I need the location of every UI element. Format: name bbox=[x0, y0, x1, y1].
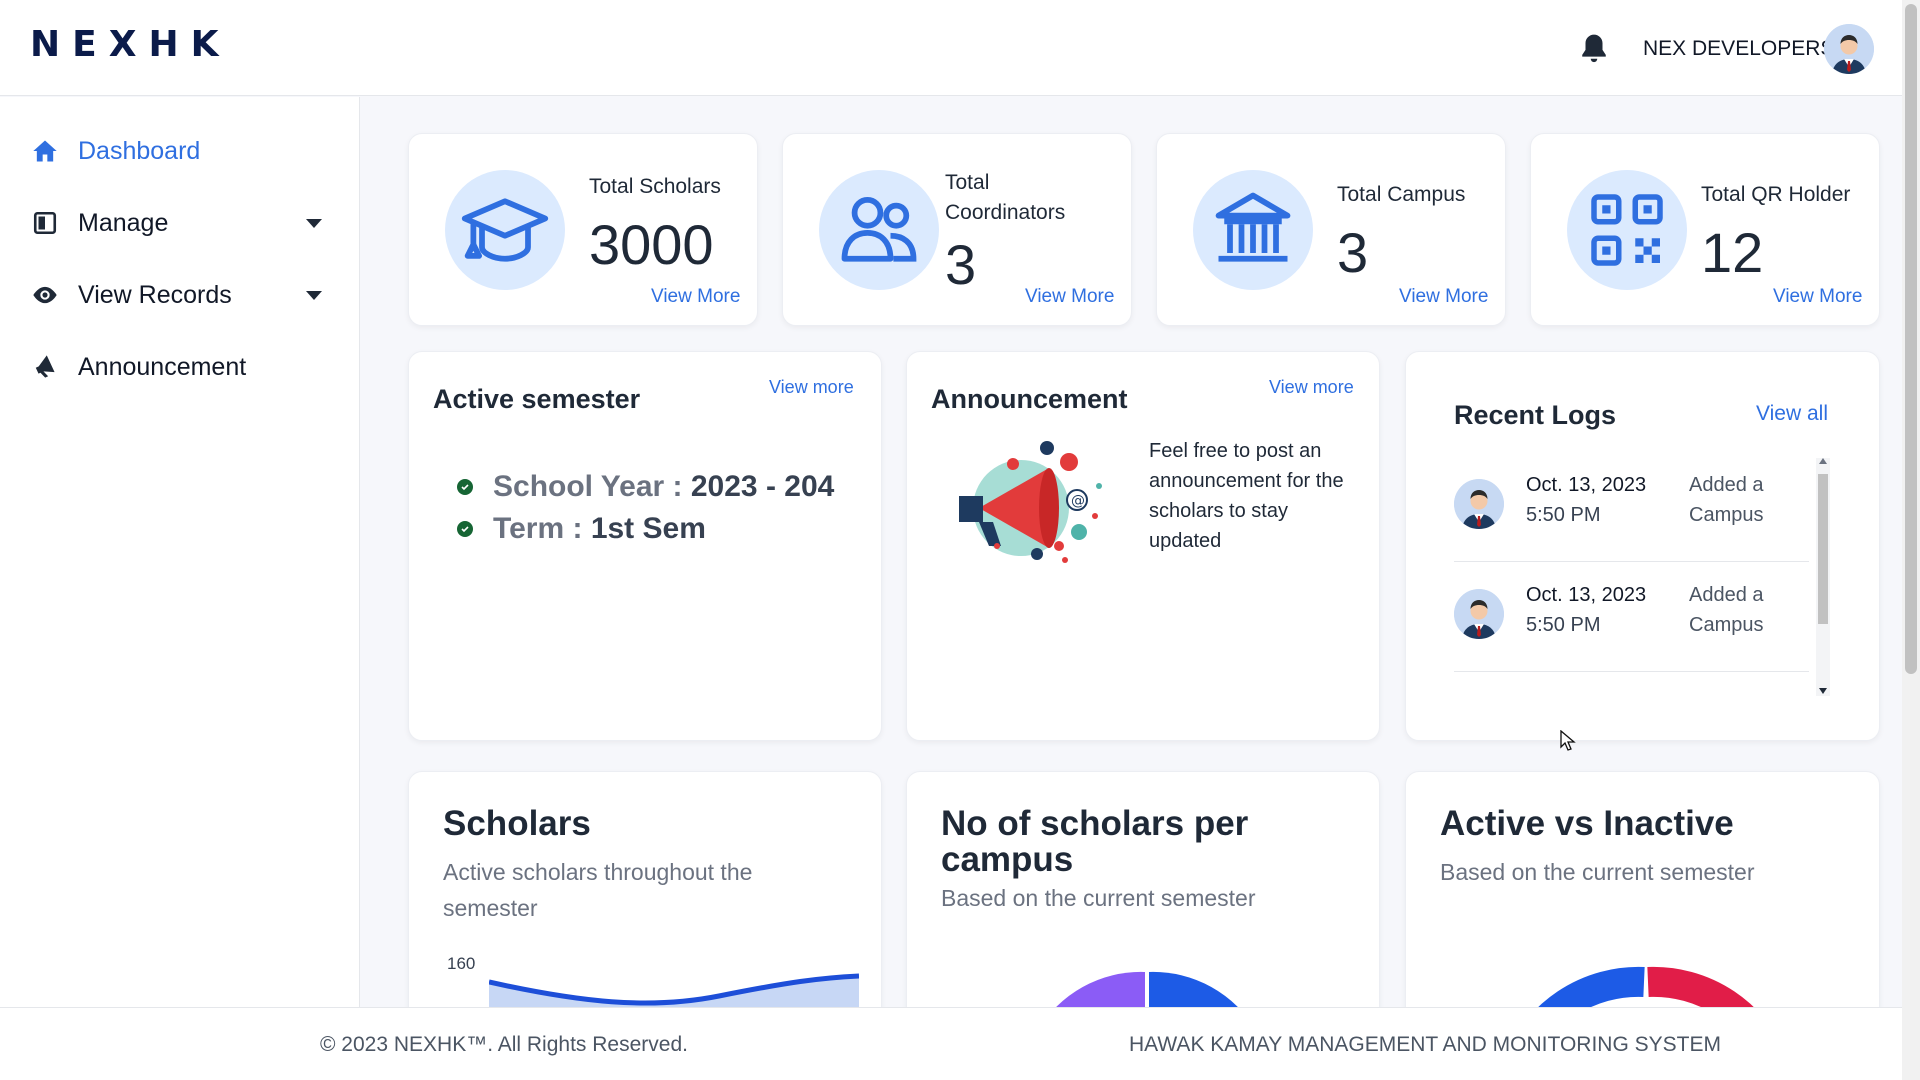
announcement-card: Announcement View more @ Feel free to po… bbox=[906, 351, 1380, 741]
sidebar: Dashboard Manage View Records Announceme… bbox=[0, 97, 360, 1007]
stat-card-scholars: Total Scholars 3000 View More bbox=[408, 133, 758, 326]
chevron-down-icon bbox=[306, 291, 322, 300]
term-row: Term : 1st Sem bbox=[457, 512, 706, 546]
view-all-link[interactable]: View all bbox=[1756, 402, 1828, 426]
chevron-down-icon bbox=[306, 219, 322, 228]
main-content: Total Scholars 3000 View More Total Coor… bbox=[360, 97, 1902, 1031]
stat-label: Total Campus bbox=[1337, 183, 1466, 206]
chart-title: No of scholars per campus bbox=[941, 804, 1249, 879]
y-tick-label: 160 bbox=[447, 954, 476, 973]
active-semester-card: Active semester View more School Year : … bbox=[408, 351, 882, 741]
scroll-up-icon[interactable] bbox=[1819, 458, 1827, 464]
svg-text:@: @ bbox=[1071, 493, 1085, 509]
recent-logs-card: Recent Logs View all Oct. 13, 2023 5:50 P… bbox=[1405, 351, 1880, 741]
stat-card-qr-holder: Total QR Holder 12 View More bbox=[1530, 133, 1880, 326]
check-icon bbox=[457, 479, 473, 495]
sidebar-item-dashboard[interactable]: Dashboard bbox=[30, 131, 340, 171]
chart-title: Scholars bbox=[443, 804, 591, 843]
user-name[interactable]: NEX DEVELOPERS bbox=[1643, 37, 1834, 61]
sidebar-item-label: Manage bbox=[78, 208, 169, 237]
chart-title: Active vs Inactive bbox=[1440, 804, 1734, 843]
scroll-thumb[interactable] bbox=[1905, 4, 1917, 674]
copyright-text: © 2023 NEXHK™. All Rights Reserved. bbox=[320, 1033, 688, 1056]
users-icon bbox=[819, 170, 939, 290]
system-name: HAWAK KAMAY MANAGEMENT AND MONITORING SY… bbox=[1129, 1033, 1721, 1056]
stat-card-campus: Total Campus 3 View More bbox=[1156, 133, 1506, 326]
footer: © 2023 NEXHK™. All Rights Reserved. HAWA… bbox=[0, 1007, 1902, 1080]
stat-label: Total QR Holder bbox=[1701, 183, 1851, 206]
panel-title: Active semester bbox=[433, 384, 641, 414]
board-icon bbox=[30, 208, 60, 238]
log-timestamp: Oct. 13, 2023 5:50 PM bbox=[1526, 584, 1647, 636]
top-bar: NEXHK NEX DEVELOPERS bbox=[0, 0, 1902, 96]
log-action: Added a Campus bbox=[1689, 474, 1764, 526]
megaphone-illustration: @ bbox=[959, 441, 1102, 563]
active-inactive-chart-card: Active vs Inactive Based on the current … bbox=[1405, 771, 1880, 1031]
log-row: Oct. 13, 2023 5:50 PM Added a Campus bbox=[1454, 562, 1809, 672]
brand-logo[interactable]: NEXHK bbox=[30, 24, 231, 65]
stat-value: 3 bbox=[945, 233, 977, 296]
view-more-link[interactable]: View More bbox=[651, 286, 740, 308]
view-more-link[interactable]: View more bbox=[769, 377, 854, 398]
chart-subtitle: Active scholars throughout the semester bbox=[443, 859, 753, 921]
avatar bbox=[1454, 479, 1504, 529]
stat-label: Total Scholars bbox=[589, 175, 721, 198]
avatar bbox=[1454, 589, 1504, 639]
qr-code-icon bbox=[1567, 170, 1687, 290]
panel-title: Recent Logs bbox=[1454, 400, 1617, 430]
announcement-text: Feel free to post an announcement for th… bbox=[1149, 440, 1344, 552]
sidebar-item-view-records[interactable]: View Records bbox=[30, 275, 340, 315]
view-more-link[interactable]: View More bbox=[1399, 286, 1488, 308]
megaphone-icon bbox=[30, 352, 60, 382]
log-row: Oct. 13, 2023 5:50 PM Added a Campus bbox=[1454, 452, 1809, 562]
chart-subtitle: Based on the current semester bbox=[1440, 859, 1755, 885]
stat-value: 3000 bbox=[589, 213, 714, 276]
sidebar-item-manage[interactable]: Manage bbox=[30, 203, 340, 243]
stat-value: 3 bbox=[1337, 221, 1369, 284]
page-scrollbar[interactable] bbox=[1902, 0, 1920, 1080]
stat-value: 12 bbox=[1701, 221, 1764, 284]
stat-label: Total Coordinators bbox=[945, 171, 1066, 224]
stat-card-coordinators: Total Coordinators 3 View More bbox=[782, 133, 1132, 326]
sidebar-item-label: Announcement bbox=[78, 352, 247, 381]
view-more-link[interactable]: View More bbox=[1773, 286, 1862, 308]
avatar[interactable] bbox=[1824, 24, 1874, 74]
scroll-thumb[interactable] bbox=[1818, 474, 1828, 624]
chart-subtitle: Based on the current semester bbox=[941, 885, 1256, 911]
eye-icon bbox=[30, 280, 60, 310]
per-campus-chart-card: No of scholars per campus Based on the c… bbox=[906, 771, 1380, 1031]
sidebar-item-announcement[interactable]: Announcement bbox=[30, 347, 340, 387]
sidebar-item-label: Dashboard bbox=[78, 136, 201, 165]
log-action: Added a Campus bbox=[1689, 584, 1764, 636]
scholars-chart-card: Scholars Active scholars throughout the … bbox=[408, 771, 882, 1031]
log-timestamp: Oct. 13, 2023 5:50 PM bbox=[1526, 474, 1647, 526]
bell-icon[interactable] bbox=[1578, 32, 1610, 66]
scroll-down-icon[interactable] bbox=[1819, 688, 1827, 694]
cursor-icon bbox=[1560, 730, 1576, 751]
home-icon bbox=[30, 136, 60, 166]
school-year-row: School Year : 2023 - 204 bbox=[457, 470, 834, 504]
check-icon bbox=[457, 521, 473, 537]
view-more-link[interactable]: View more bbox=[1269, 377, 1354, 398]
sidebar-item-label: View Records bbox=[78, 280, 232, 309]
view-more-link[interactable]: View More bbox=[1025, 286, 1114, 308]
graduation-cap-icon bbox=[445, 170, 565, 290]
panel-title: Announcement bbox=[931, 384, 1128, 414]
logs-scrollbar[interactable] bbox=[1816, 458, 1830, 696]
building-icon bbox=[1193, 170, 1313, 290]
